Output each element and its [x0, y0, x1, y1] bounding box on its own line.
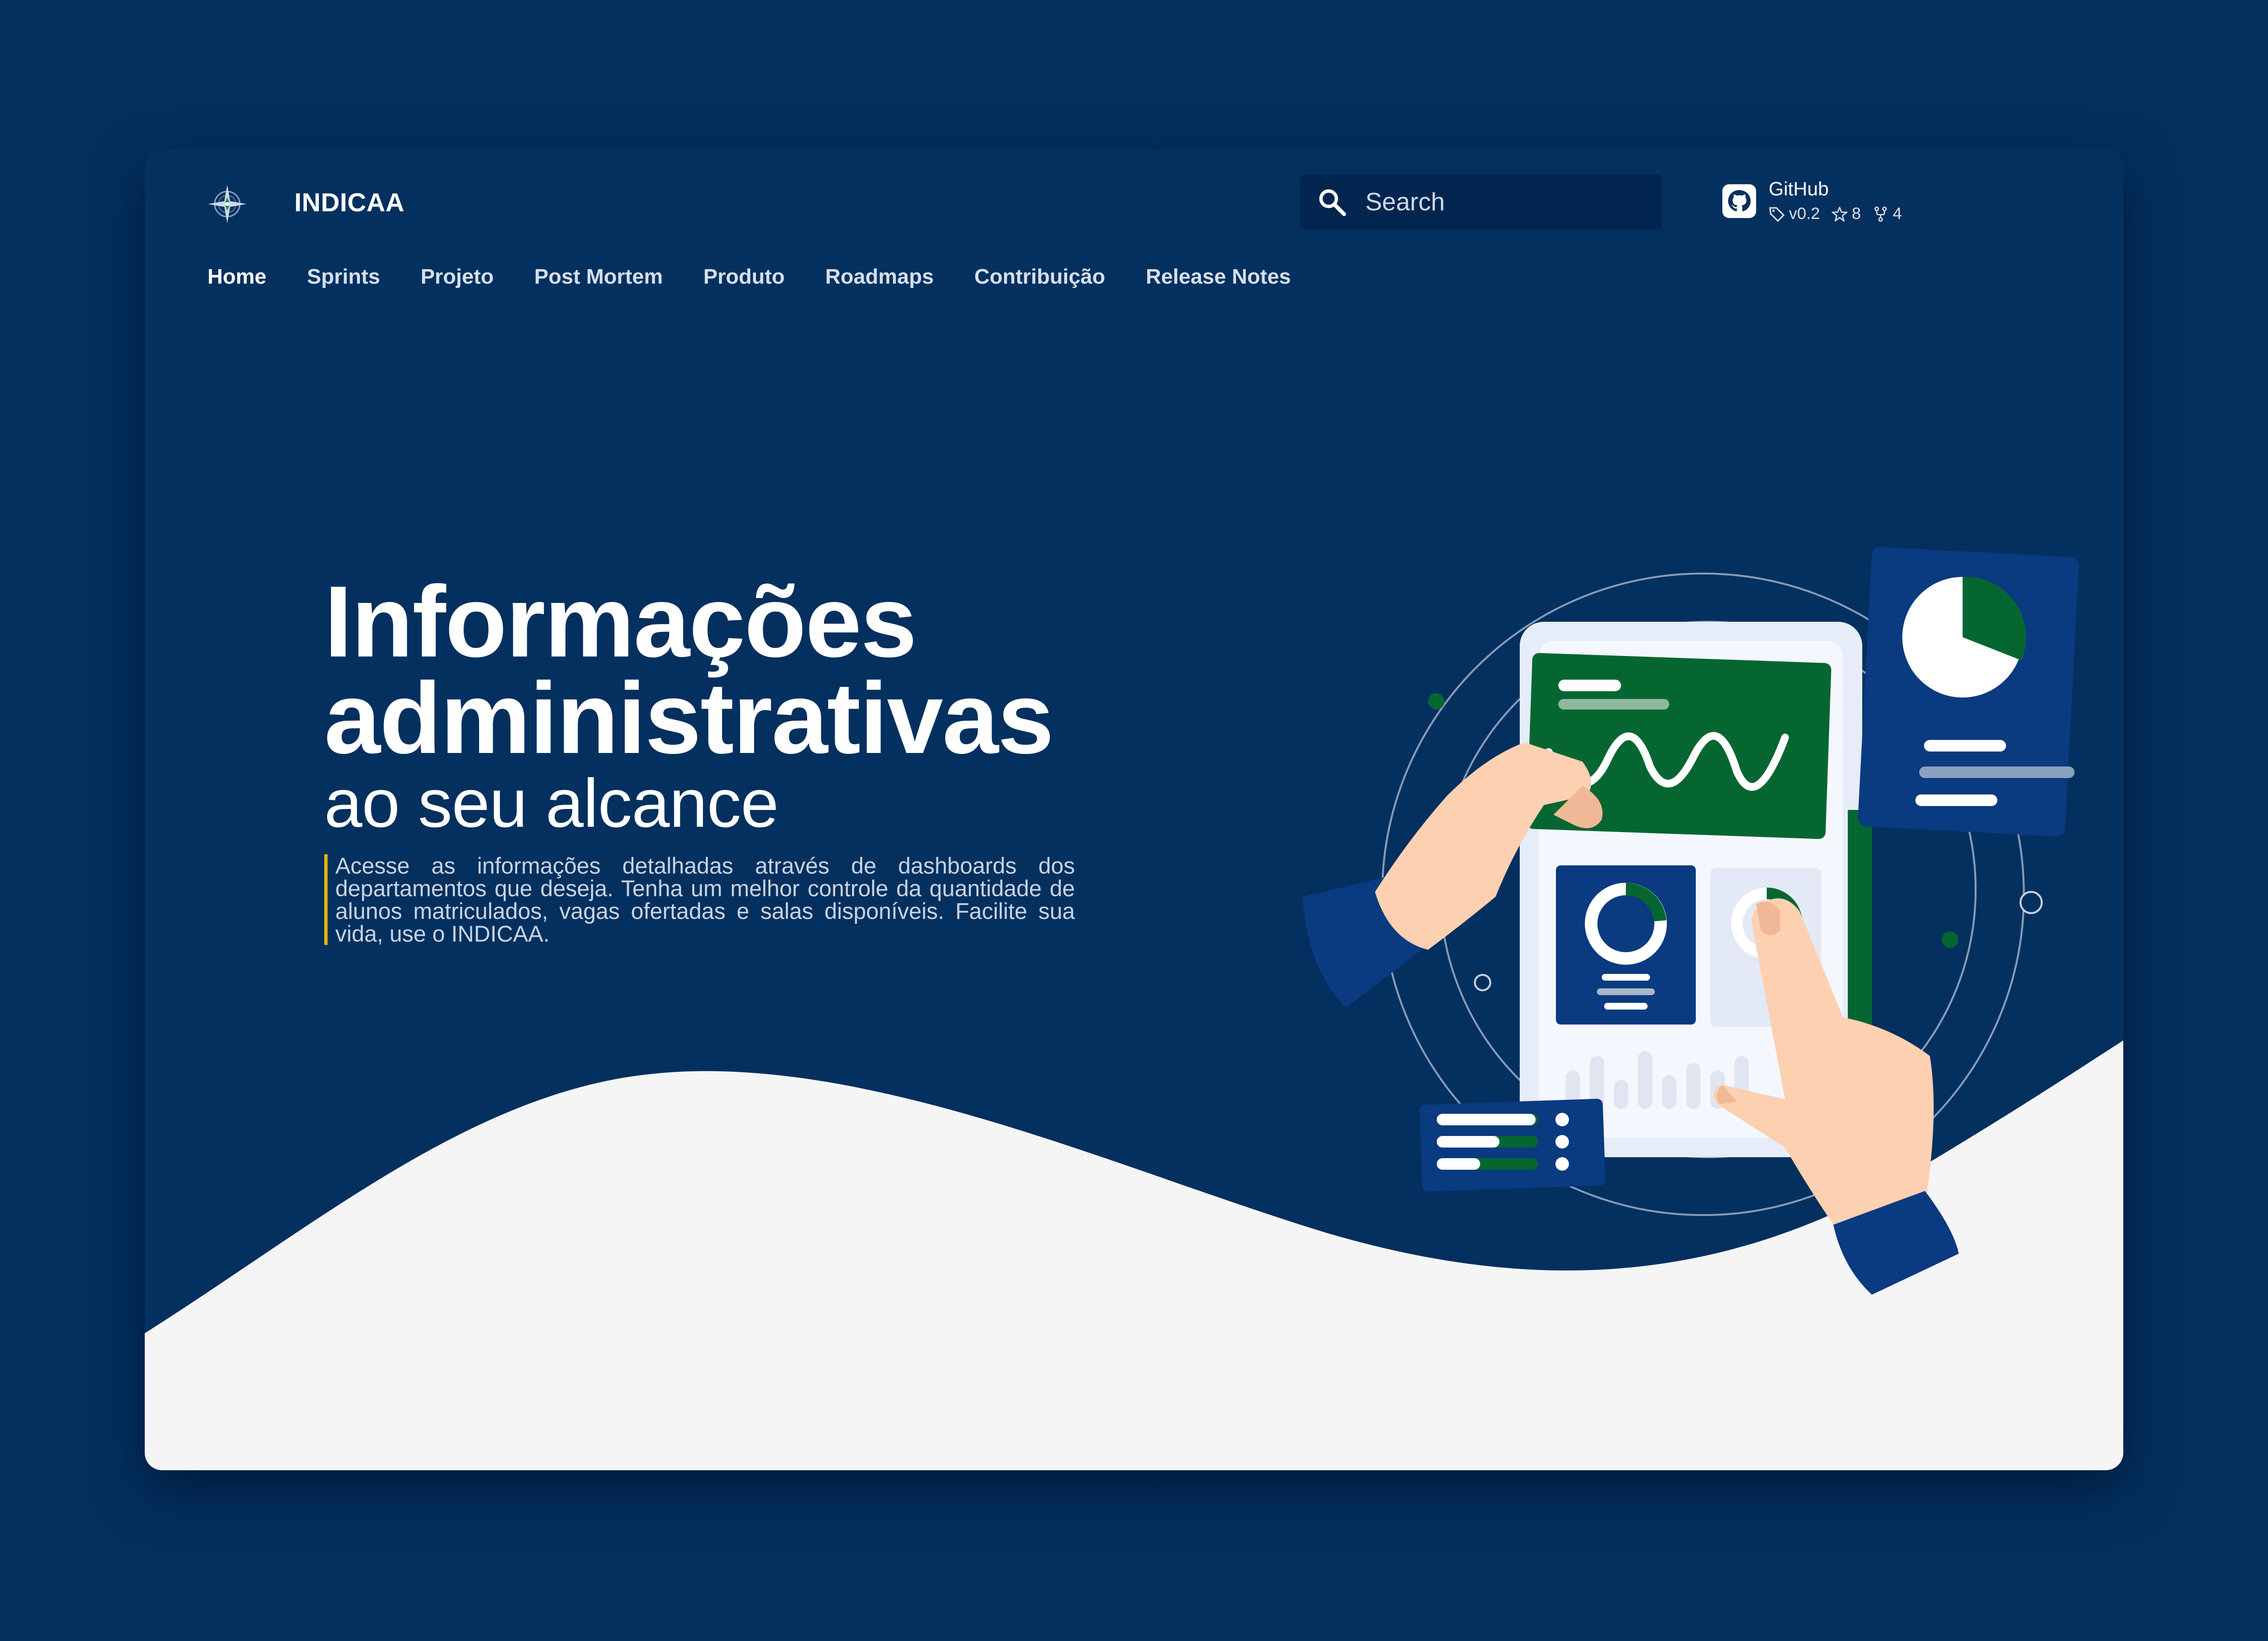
search-icon	[1319, 189, 1346, 216]
search-input[interactable]	[1364, 187, 1646, 218]
nav-release-notes[interactable]: Release Notes	[1146, 265, 1291, 289]
github-icon	[1722, 184, 1756, 218]
hero-subtitle: ao seu alcance	[324, 765, 779, 842]
hero-title: Informações administrativas	[324, 571, 1054, 769]
nav-sprints[interactable]: Sprints	[307, 265, 380, 289]
star-icon	[1831, 206, 1848, 221]
github-repo-link[interactable]: GitHub v0.2 8 4	[1722, 176, 1973, 229]
version-value: v0.2	[1789, 205, 1820, 223]
hero-description-block: Acesse as informações detalhadas através…	[324, 854, 1075, 945]
tag-icon	[1769, 207, 1785, 222]
hero-description: Acesse as informações detalhadas através…	[335, 853, 1075, 946]
github-label: GitHub	[1769, 178, 1829, 200]
stars-fact: 8	[1831, 205, 1861, 223]
forks-fact: 4	[1872, 205, 1902, 223]
fork-icon	[1874, 206, 1887, 222]
hero-title-line-2: administrativas	[324, 661, 1054, 775]
browser-window: INDICAA GitHub v0.2 8 4	[145, 149, 2123, 1470]
compass-rose-icon[interactable]	[207, 184, 247, 224]
search-box[interactable]	[1300, 175, 1662, 229]
stars-count: 8	[1852, 205, 1861, 223]
main-nav: Home Sprints Projeto Post Mortem Produto…	[207, 265, 1291, 289]
nav-roadmaps[interactable]: Roadmaps	[825, 265, 934, 289]
nav-contribuicao[interactable]: Contribuição	[974, 265, 1105, 289]
forks-count: 4	[1893, 205, 1902, 223]
github-repo-facts: v0.2 8 4	[1769, 205, 1910, 223]
nav-home[interactable]: Home	[207, 265, 266, 289]
nav-produto[interactable]: Produto	[703, 265, 785, 289]
nav-projeto[interactable]: Projeto	[421, 265, 494, 289]
version-fact: v0.2	[1769, 205, 1820, 223]
dashboard-illustration	[1303, 547, 2079, 1295]
nav-post-mortem[interactable]: Post Mortem	[534, 265, 662, 289]
brand-name[interactable]: INDICAA	[294, 188, 405, 218]
